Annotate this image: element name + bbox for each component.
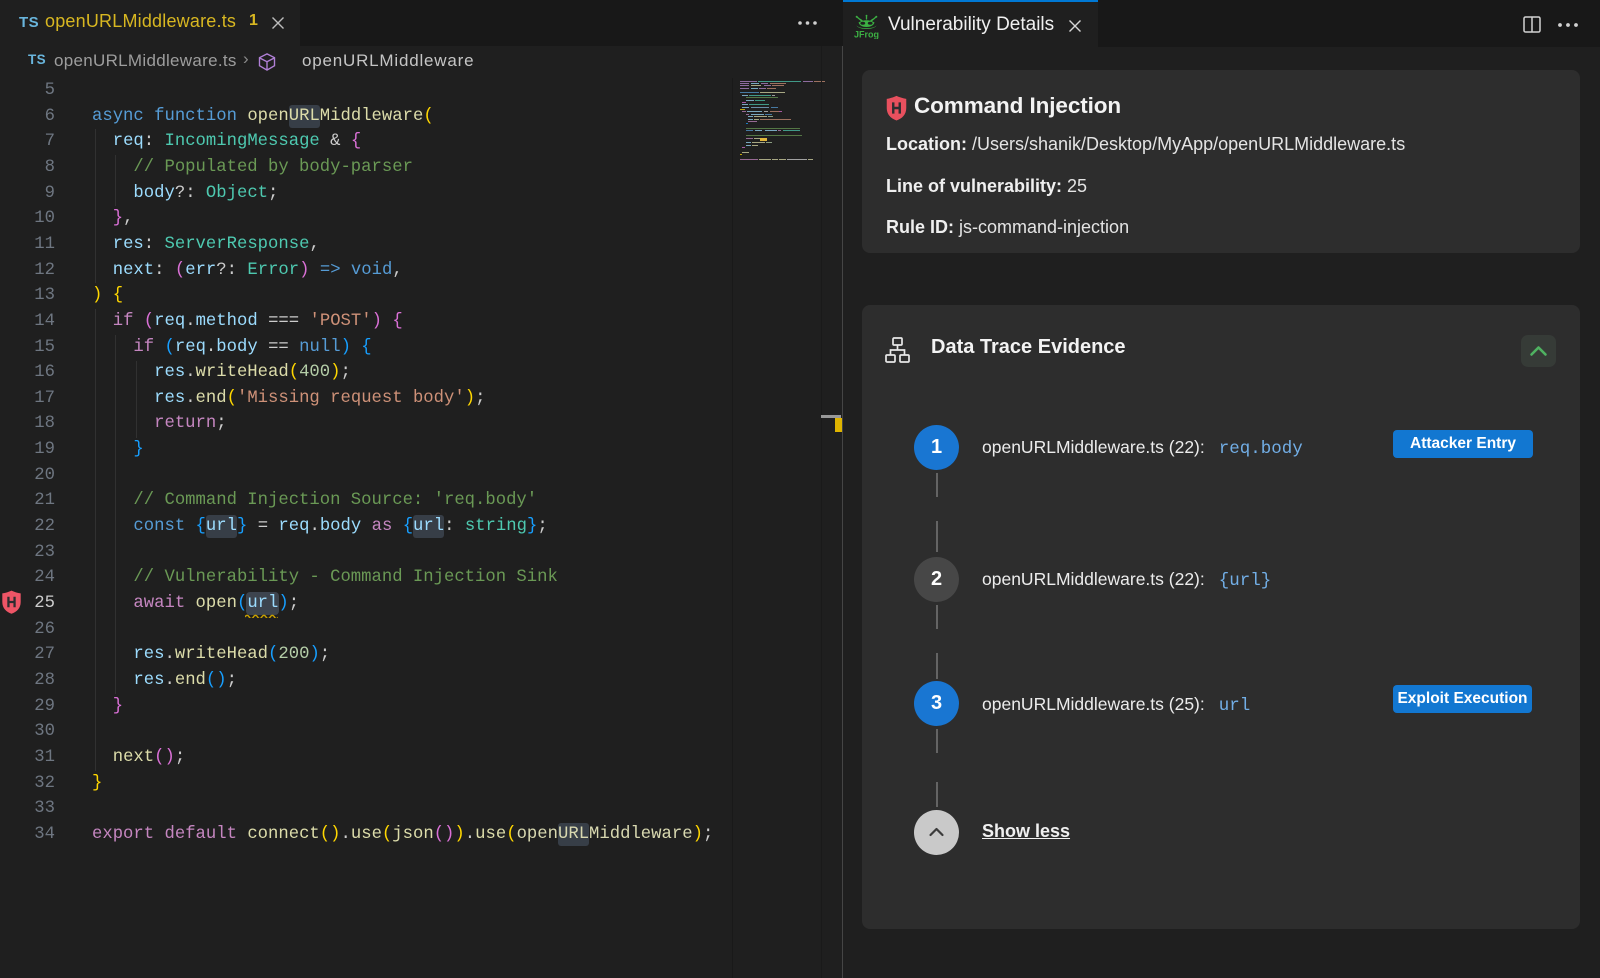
svg-text:JFrog: JFrog (854, 30, 879, 40)
